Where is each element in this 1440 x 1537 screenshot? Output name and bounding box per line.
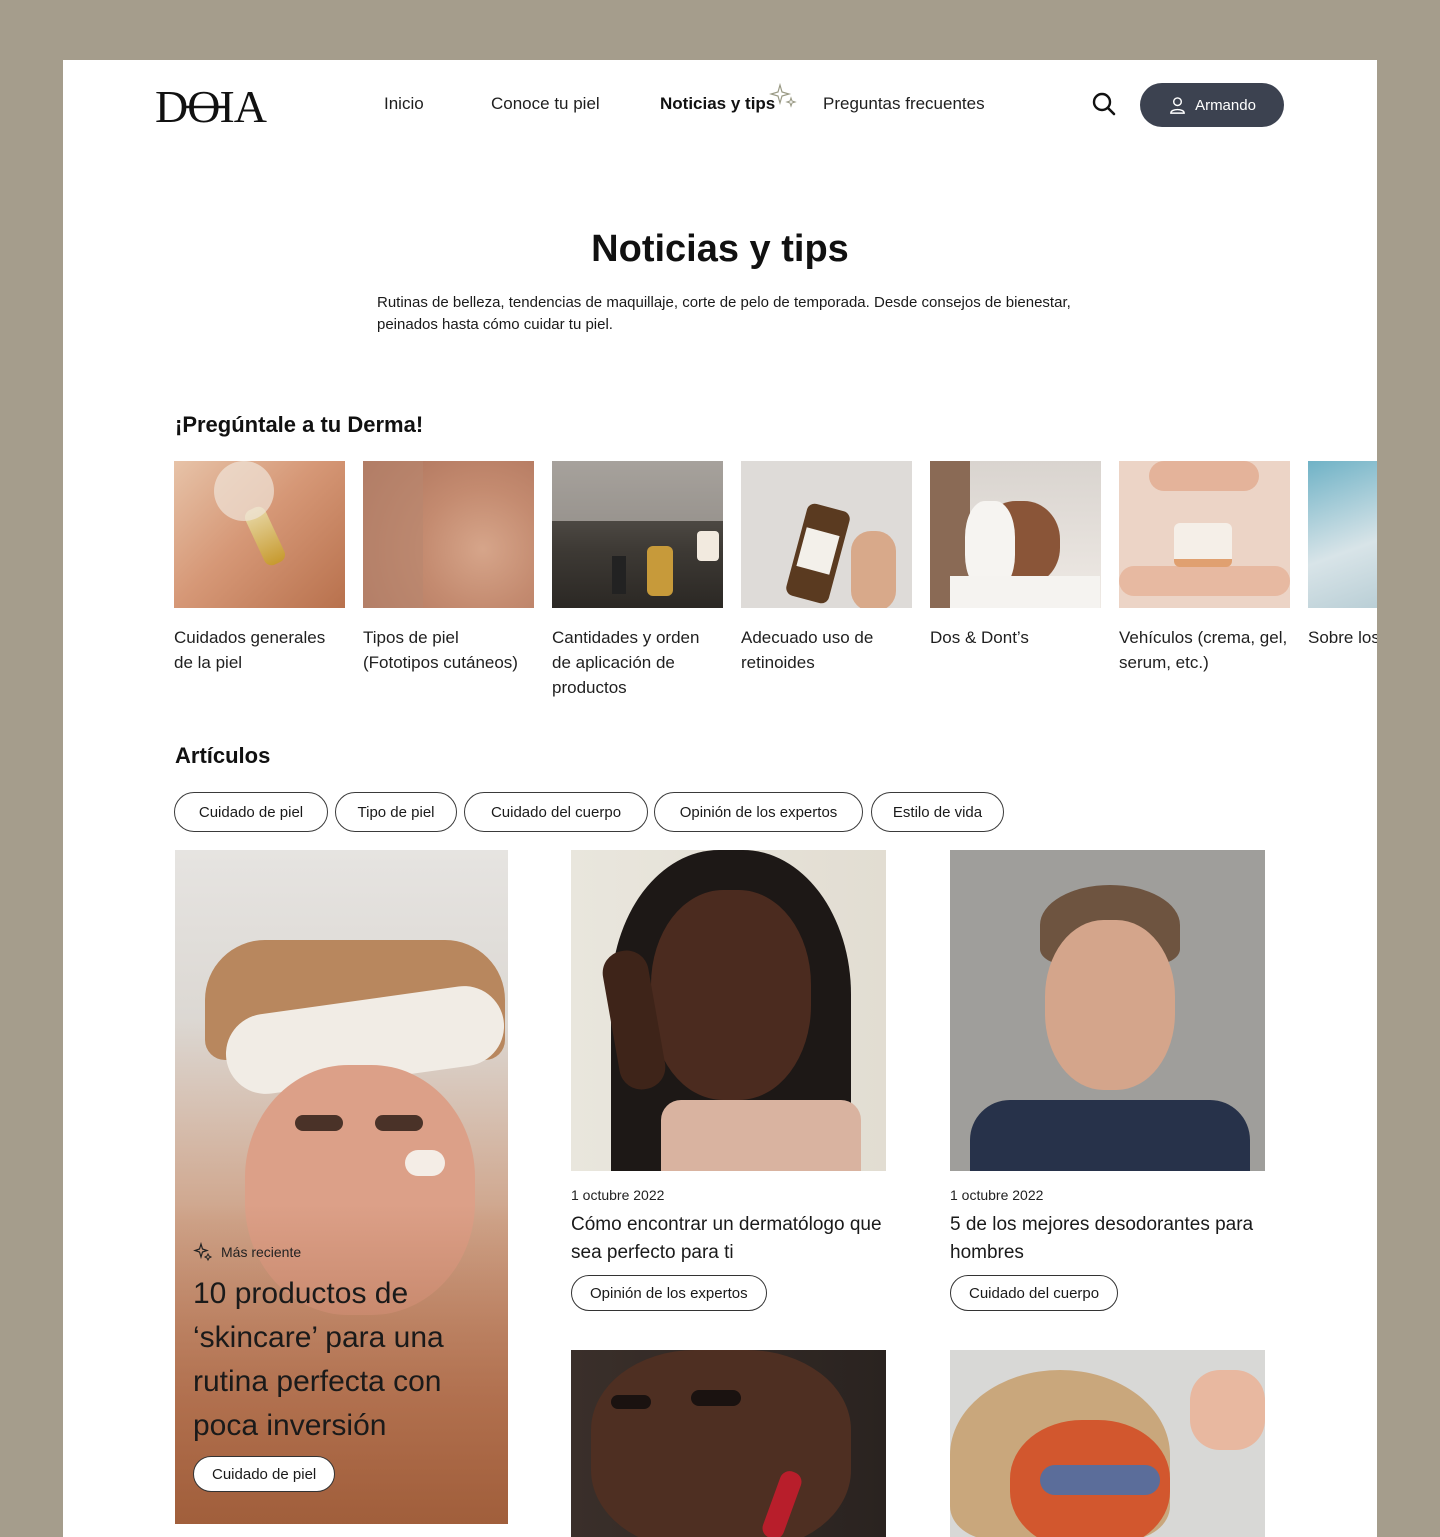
derma-caption: Vehículos (crema, gel, serum, etc.) [1119, 628, 1288, 672]
article-title[interactable]: Cómo encontrar un dermatólogo que sea pe… [571, 1211, 886, 1267]
derma-caption: Dos & Dont’s [930, 628, 1029, 647]
sparkle-icon [769, 82, 797, 108]
derma-caption: Sobre los protectores [1308, 628, 1377, 647]
article-date: 1 octubre 2022 [950, 1187, 1044, 1203]
derma-caption: Cuidados generales de la piel [174, 628, 326, 672]
article-image [950, 850, 1265, 1171]
article-tag[interactable]: Cuidado del cuerpo [950, 1275, 1119, 1311]
article-card[interactable] [571, 1350, 886, 1537]
featured-title[interactable]: 10 productos de ‘skincare’ para una ruti… [193, 1272, 493, 1448]
derma-caption: Adecuado uso de retinoides [741, 628, 874, 672]
featured-tag[interactable]: Cuidado de piel [193, 1456, 336, 1492]
page-intro: Rutinas de belleza, tendencias de maquil… [377, 294, 1071, 333]
article-image [950, 1350, 1265, 1537]
derma-image [363, 461, 534, 608]
user-name: Armando [1195, 96, 1256, 114]
user-icon [1170, 96, 1185, 114]
derma-caption: Cantidades y orden de aplicación de prod… [552, 628, 700, 697]
article-card[interactable] [950, 1350, 1265, 1537]
article-title[interactable]: 5 de los mejores desodorantes para hombr… [950, 1211, 1265, 1267]
derma-item-vehiculos[interactable]: Vehículos (crema, gel, serum, etc.) [1119, 461, 1290, 675]
derma-image [552, 461, 723, 608]
article-image [571, 1350, 886, 1537]
derma-item-cantidades[interactable]: Cantidades y orden de aplicación de prod… [552, 461, 723, 700]
nav-conoce-tu-piel[interactable]: Conoce tu piel [491, 94, 600, 114]
nav-preguntas-frecuentes[interactable]: Preguntas frecuentes [823, 94, 985, 114]
user-account-button[interactable]: Armando [1140, 83, 1284, 127]
derma-item-dos-donts[interactable]: Dos & Dont’s [930, 461, 1101, 650]
derma-item-tipos-de-piel[interactable]: Tipos de piel (Fototipos cutáneos) [363, 461, 534, 675]
article-image [571, 850, 886, 1171]
sparkle-icon [193, 1242, 213, 1262]
derma-image [930, 461, 1101, 608]
derma-caption: Tipos de piel (Fototipos cutáneos) [363, 628, 518, 672]
article-tag[interactable]: Opinión de los expertos [571, 1275, 767, 1311]
filter-chip-cuidado-del-cuerpo[interactable]: Cuidado del cuerpo [464, 792, 648, 832]
recent-badge: Más reciente [193, 1242, 301, 1262]
derma-item-retinoides[interactable]: Adecuado uso de retinoides [741, 461, 912, 675]
nav-noticias-y-tips[interactable]: Noticias y tips [660, 94, 775, 114]
derma-image [1308, 461, 1377, 608]
derma-item-cuidados-generales[interactable]: Cuidados generales de la piel [174, 461, 345, 675]
derma-section-title: ¡Pregúntale a tu Derma! [175, 412, 424, 437]
featured-article[interactable]: Más reciente 10 productos de ‘skincare’ … [175, 850, 508, 1524]
recent-badge-label: Más reciente [221, 1244, 302, 1260]
articles-section-title: Artículos [175, 743, 271, 768]
filter-chip-tipo-de-piel[interactable]: Tipo de piel [335, 792, 457, 832]
article-card[interactable]: 1 octubre 2022 5 de los mejores desodora… [950, 850, 1265, 1311]
article-date: 1 octubre 2022 [571, 1187, 665, 1203]
derma-image [174, 461, 345, 608]
filter-chip-opinion-expertos[interactable]: Opinión de los expertos [654, 792, 863, 832]
filter-chip-cuidado-de-piel[interactable]: Cuidado de piel [174, 792, 328, 832]
doia-logo[interactable]: DOIA [155, 84, 285, 126]
nav-inicio[interactable]: Inicio [384, 94, 424, 114]
article-card[interactable]: 1 octubre 2022 Cómo encontrar un dermató… [571, 850, 886, 1311]
filter-chip-estilo-de-vida[interactable]: Estilo de vida [871, 792, 1004, 832]
page-title: Noticias y tips [591, 228, 849, 270]
svg-text:DOIA: DOIA [155, 84, 267, 126]
derma-image [1119, 461, 1290, 608]
derma-image [741, 461, 912, 608]
search-icon[interactable] [1091, 91, 1117, 117]
derma-item-protectores[interactable]: Sobre los protectores [1308, 461, 1377, 650]
page-container: DOIA Inicio Conoce tu piel Noticias y ti… [63, 60, 1377, 1537]
